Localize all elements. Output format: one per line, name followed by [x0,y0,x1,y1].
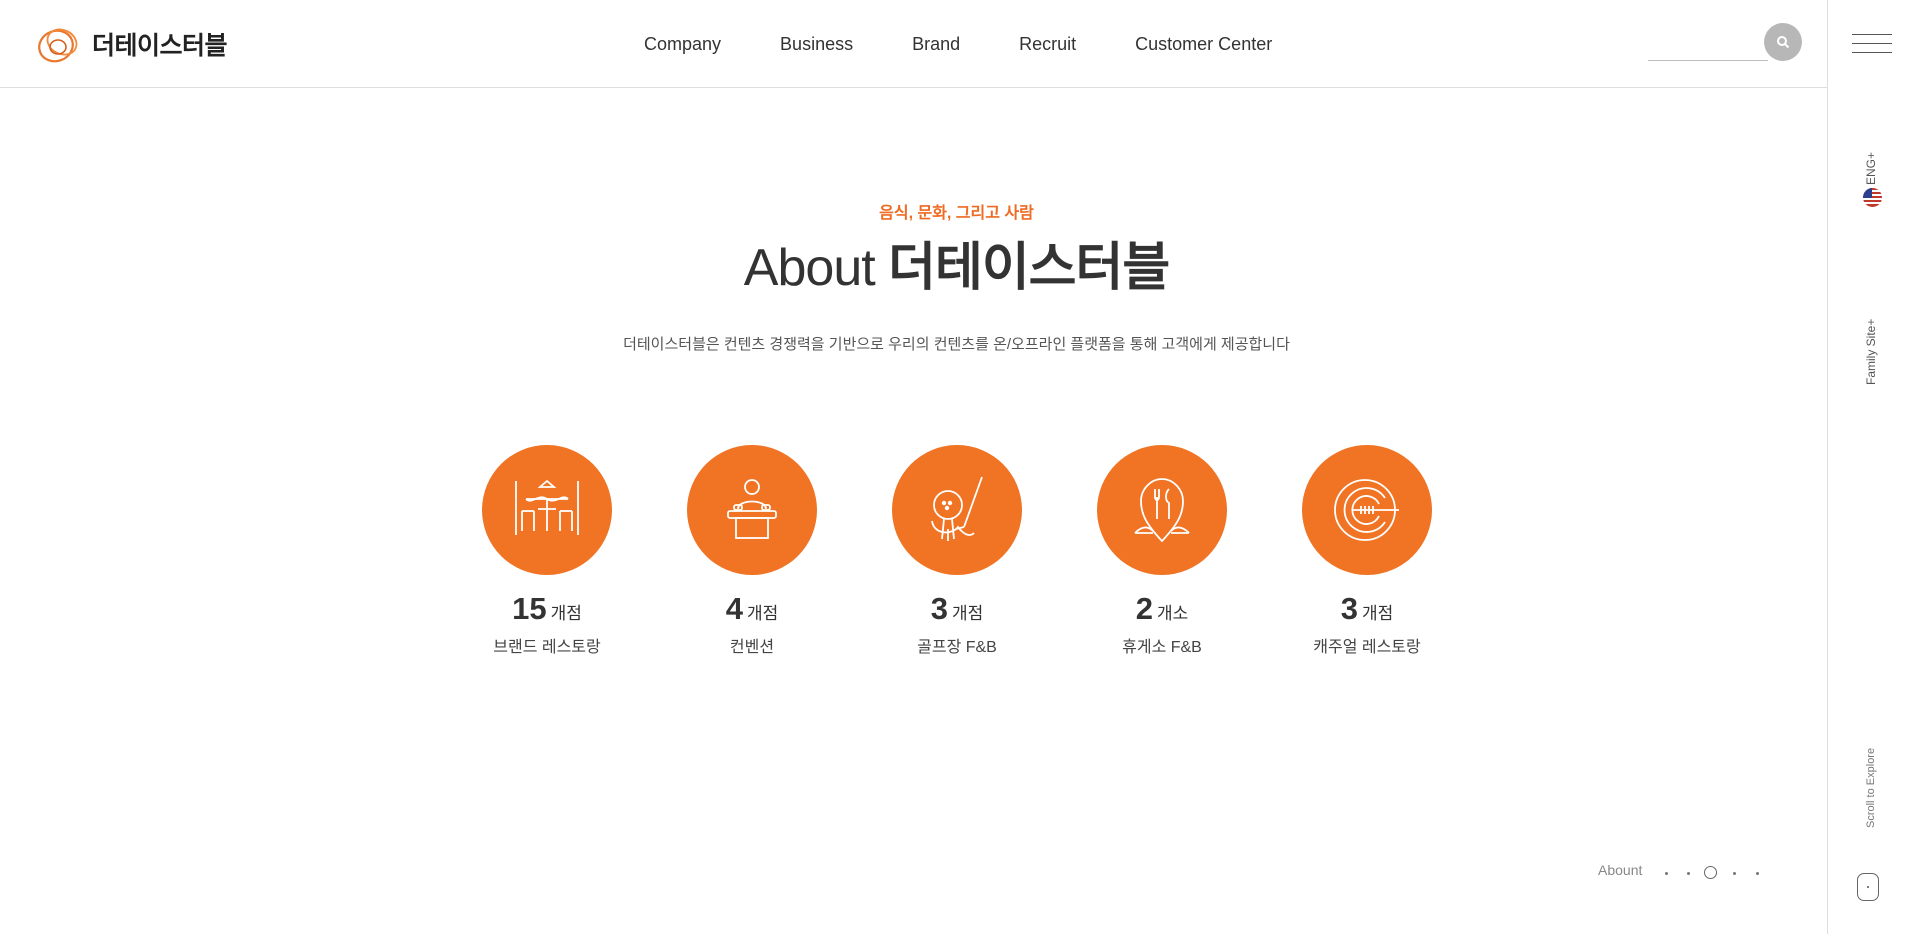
casual-dining-icon [1334,479,1399,541]
stat-number: 15 [512,591,547,626]
golf-icon [931,476,983,541]
stat-label: 골프장 F&B [917,639,997,656]
scroll-mouse-icon [1857,873,1879,901]
title-brand: 더테이스터블 [888,239,1170,297]
pager-dot-active[interactable] [1704,866,1717,879]
language-toggle[interactable]: ENG+ [1864,152,1878,185]
stat-unit: 개점 [951,604,984,623]
pager-dot[interactable] [1733,872,1736,875]
section-description: 더테이스터블은 컨텐츠 경쟁력을 기반으로 우리의 컨텐츠를 온/오프라인 플랫… [623,336,1290,353]
search-button[interactable] [1764,23,1802,61]
logo[interactable]: 더테이스터블 [36,22,228,66]
nav-customer-center[interactable]: Customer Center [1135,31,1272,57]
nav-brand[interactable]: Brand [912,31,960,57]
stat-label: 캐주얼 레스토랑 [1313,639,1421,656]
stat-item: 3 개점 캐주얼 레스토랑 [1282,445,1452,657]
nav-recruit[interactable]: Recruit [1019,31,1076,57]
pager-dot[interactable] [1687,872,1690,875]
stat-circle [892,445,1022,575]
stat-item: 4 개점 컨벤션 [667,445,837,657]
stat-unit: 개점 [746,604,779,623]
nav-company[interactable]: Company [644,31,721,57]
hamburger-menu-button[interactable] [1852,32,1892,56]
stat-number: 3 [930,591,948,626]
stat-unit: 개점 [550,604,582,623]
search-icon [1777,36,1790,49]
stat-item: 15 개점 브랜드 레스토랑 [462,445,632,657]
stat-unit: 개소 [1156,604,1189,623]
section-kicker: 음식, 문화, 그리고 사람 [879,205,1034,222]
logo-text: 더테이스터블 [92,32,228,60]
stat-label: 브랜드 레스토랑 [493,639,601,656]
convention-icon [727,479,777,539]
main-nav: Company Business Brand Recruit Customer … [644,31,1272,57]
stat-unit: 개점 [1361,604,1394,623]
stat-label: 컨벤션 [729,639,775,656]
stat-circle [1302,445,1432,575]
logo-mark-icon [38,28,78,63]
title-about: About [743,239,876,297]
section-title: About 더테이스터블 [0,236,1913,300]
nav-business[interactable]: Business [780,31,853,57]
site-header: 더테이스터블 Company Business Brand Recruit Cu… [0,0,1827,88]
search-input[interactable] [1648,60,1768,61]
stat-number: 4 [725,591,743,626]
stat-item: 3 개점 골프장 F&B [872,445,1042,657]
stat-circle [687,445,817,575]
pager-dot[interactable] [1665,872,1668,875]
stat-item: 2 개소 휴게소 F&B [1077,445,1247,657]
stat-circle [482,445,612,575]
rest-area-icon [1134,478,1190,543]
stat-number: 3 [1340,591,1358,626]
pager-dot[interactable] [1756,872,1759,875]
restaurant-icon [515,479,579,535]
scroll-to-explore: Scroll to Explore [1865,747,1877,828]
stat-label: 휴게소 F&B [1122,639,1202,656]
stat-number: 2 [1135,591,1153,626]
pager-label: Abount [1598,862,1643,878]
stat-circle [1097,445,1227,575]
